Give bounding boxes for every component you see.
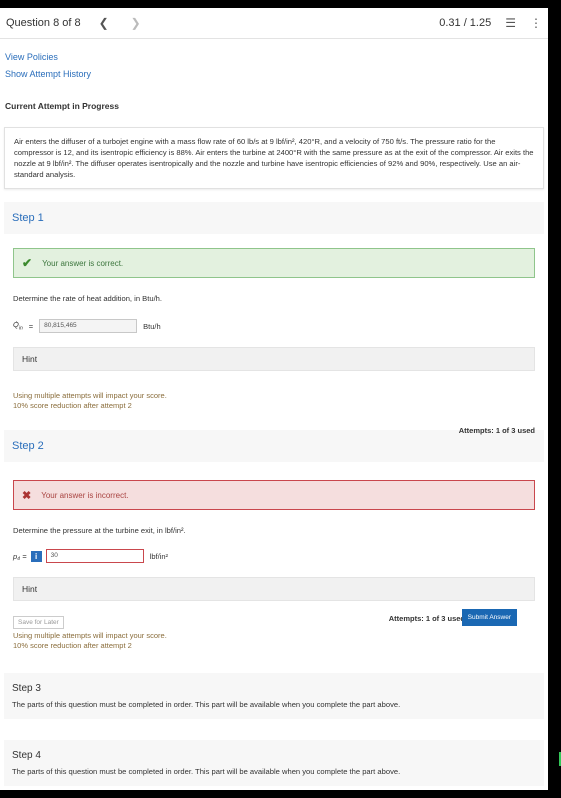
question-title: Question 8 of 8 bbox=[6, 17, 81, 29]
step-2-answer-row: p₄ = i 30 lbf/in² bbox=[13, 549, 535, 563]
step-2-unit: lbf/in² bbox=[149, 551, 168, 561]
step-3-desc: The parts of this question must be compl… bbox=[12, 700, 401, 709]
step-1-answer-row: Q̇in = 80,815,465 Btu/h bbox=[13, 319, 535, 333]
save-for-later-button[interactable]: Save for Later bbox=[13, 616, 64, 629]
step-1-unit: Btu/h bbox=[143, 321, 161, 331]
step-1-note-1: Using multiple attempts will impact your… bbox=[13, 391, 167, 400]
x-icon: ✖ bbox=[22, 489, 32, 502]
step-1-attempts: Attempts: 1 of 3 used bbox=[458, 426, 535, 435]
step-1-header: Step 1 bbox=[4, 202, 544, 234]
correct-text: Your answer is correct. bbox=[42, 258, 124, 268]
submit-answer-button[interactable]: Submit Answer bbox=[461, 609, 517, 626]
top-bar: Question 8 of 8 ❮ ❯ 0.31 / 1.25 ☰ ⋮ bbox=[0, 8, 548, 39]
step-1-note-2: 10% score reduction after attempt 2 bbox=[13, 401, 132, 410]
step-4-desc: The parts of this question must be compl… bbox=[12, 767, 401, 776]
step-1-var-label: Q̇in bbox=[13, 320, 23, 332]
step-1-hint-button[interactable]: Hint bbox=[13, 347, 535, 371]
chevron-right-icon[interactable]: ❯ bbox=[131, 16, 141, 30]
check-icon: ✔ bbox=[22, 256, 33, 270]
step-2-var-label: p₄ = bbox=[13, 551, 27, 561]
step-1-title: Step 1 bbox=[12, 212, 44, 224]
chevron-left-icon[interactable]: ❮ bbox=[99, 16, 109, 30]
step-3-title: Step 3 bbox=[12, 683, 41, 694]
current-attempt-heading: Current Attempt in Progress bbox=[5, 101, 119, 111]
step-2-hint-button[interactable]: Hint bbox=[13, 577, 535, 601]
incorrect-text: Your answer is incorrect. bbox=[41, 490, 129, 500]
step-2-answer-field[interactable]: 30 bbox=[45, 549, 144, 563]
step-2-body: ✖ Your answer is incorrect. Determine th… bbox=[4, 480, 544, 651]
step-2-note-2: 10% score reduction after attempt 2 bbox=[13, 641, 132, 650]
step-2-title: Step 2 bbox=[12, 440, 44, 452]
list-icon[interactable]: ☰ bbox=[505, 16, 516, 30]
more-vertical-icon[interactable]: ⋮ bbox=[530, 16, 542, 30]
problem-statement: Air enters the diffuser of a turbojet en… bbox=[4, 127, 544, 189]
info-icon[interactable]: i bbox=[30, 550, 42, 562]
equals-sign: = bbox=[28, 321, 34, 331]
page: Question 8 of 8 ❮ ❯ 0.31 / 1.25 ☰ ⋮ View… bbox=[0, 8, 548, 790]
step-3-panel: Step 3 The parts of this question must b… bbox=[4, 673, 544, 719]
links: View Policies Show Attempt History bbox=[0, 39, 548, 83]
score: 0.31 / 1.25 bbox=[439, 17, 492, 29]
step-2-attempts: Attempts: 1 of 3 used bbox=[388, 614, 465, 623]
correct-alert: ✔ Your answer is correct. bbox=[13, 248, 535, 278]
step-1-prompt: Determine the rate of heat addition, in … bbox=[13, 294, 163, 303]
incorrect-alert: ✖ Your answer is incorrect. bbox=[13, 480, 535, 510]
step-2-prompt: Determine the pressure at the turbine ex… bbox=[13, 526, 186, 535]
step-1-body: ✔ Your answer is correct. Determine the … bbox=[4, 248, 544, 435]
step-4-title: Step 4 bbox=[12, 750, 41, 761]
step-2-note-1: Using multiple attempts will impact your… bbox=[13, 631, 167, 640]
step-4-panel: Step 4 The parts of this question must b… bbox=[4, 740, 544, 786]
attempt-history-link[interactable]: Show Attempt History bbox=[5, 66, 543, 83]
step-1-answer-field[interactable]: 80,815,465 bbox=[39, 319, 138, 333]
view-policies-link[interactable]: View Policies bbox=[5, 49, 543, 66]
step-2-actions: Save for Later Attempts: 1 of 3 used Sub… bbox=[13, 609, 535, 631]
